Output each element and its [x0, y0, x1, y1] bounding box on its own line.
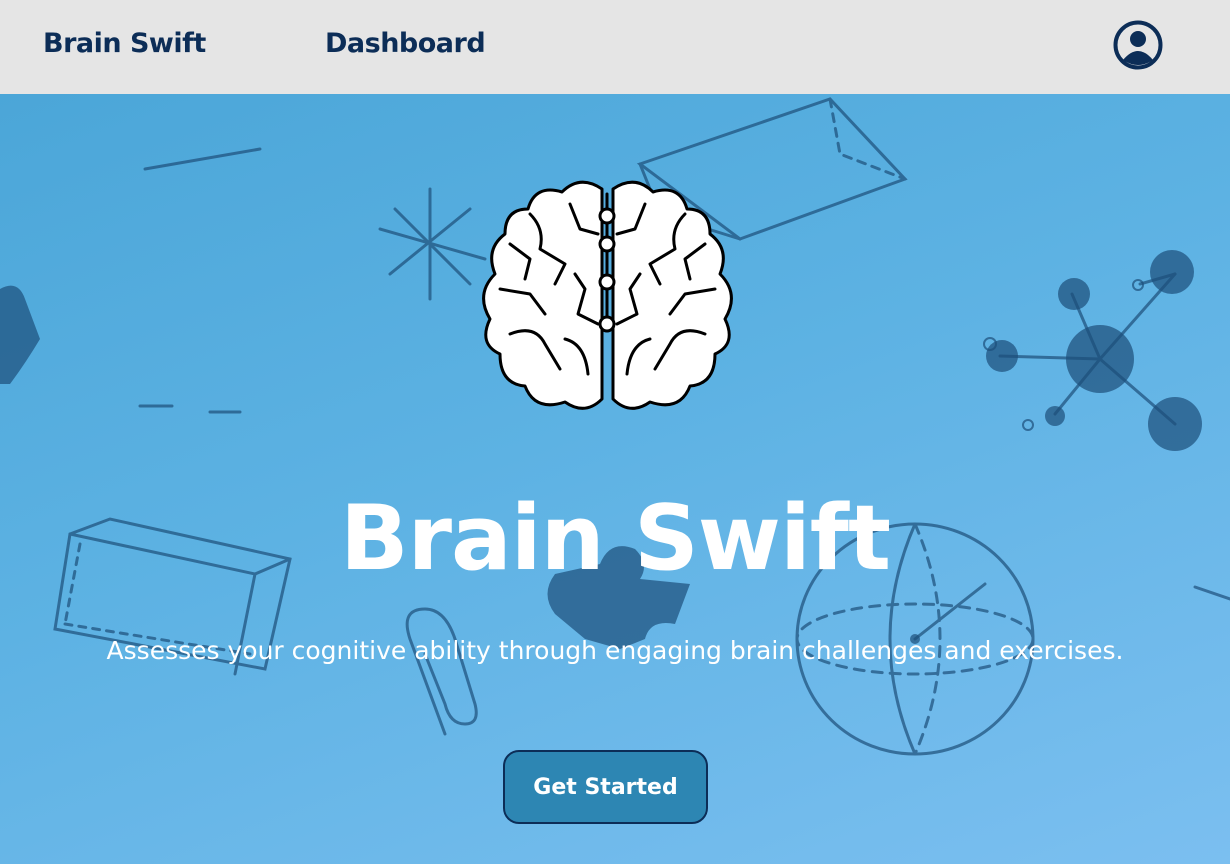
user-circle-icon[interactable] — [1113, 20, 1163, 70]
hero-section: Brain Swift Assesses your cognitive abil… — [0, 94, 1230, 864]
navbar: Brain Swift Dashboard — [0, 0, 1230, 94]
brand-link[interactable]: Brain Swift — [43, 28, 206, 59]
brain-icon — [482, 180, 733, 410]
nav-link-dashboard[interactable]: Dashboard — [325, 28, 486, 59]
get-started-button[interactable]: Get Started — [503, 750, 708, 824]
hero-title: Brain Swift — [340, 486, 891, 591]
hero-subtitle: Assesses your cognitive ability through … — [106, 636, 1124, 665]
